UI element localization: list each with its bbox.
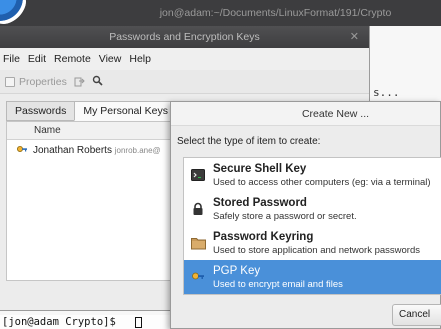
option-description: Safely store a password or secret.	[213, 211, 357, 222]
option-title: PGP Key	[213, 265, 261, 277]
tab-my-personal-keys[interactable]: My Personal Keys	[74, 101, 177, 121]
menubar: File Edit Remote View Help	[0, 48, 369, 70]
option-stored-password[interactable]: Stored Password Safely store a password …	[184, 192, 441, 226]
properties-button[interactable]: Properties	[5, 76, 67, 88]
tab-passwords[interactable]: Passwords	[6, 101, 76, 121]
create-new-dialog: Create New ... Select the type of item t…	[170, 101, 441, 329]
close-icon[interactable]: ✕	[350, 26, 359, 48]
menu-file[interactable]: File	[3, 53, 20, 65]
terminal-titlebar[interactable]: jon@adam:~/Documents/LinuxFormat/191/Cry…	[0, 0, 441, 26]
window-title: Passwords and Encryption Keys	[109, 31, 260, 43]
option-title: Password Keyring	[213, 231, 314, 243]
export-button[interactable]	[74, 76, 85, 87]
key-owner-email: jonrob.ane@	[114, 146, 161, 155]
terminal-icon	[191, 169, 205, 181]
option-password-keyring[interactable]: Password Keyring Used to store applicati…	[184, 226, 441, 260]
key-owner-name: Jonathan Roberts	[33, 145, 112, 156]
cancel-button[interactable]: Cancel	[392, 304, 441, 326]
option-pgp-key[interactable]: PGP Key Used to encrypt email and files	[184, 260, 441, 294]
terminal-output: s...	[373, 86, 400, 99]
menu-remote[interactable]: Remote	[54, 53, 91, 65]
option-description: Used to encrypt email and files	[213, 279, 343, 290]
properties-icon	[5, 76, 15, 87]
option-title: Stored Password	[213, 197, 307, 209]
lock-icon	[193, 202, 203, 215]
search-icon[interactable]	[92, 75, 103, 89]
dialog-title[interactable]: Create New ...	[171, 102, 440, 126]
option-description: Used to access other computers (eg: via …	[213, 177, 431, 188]
item-type-list: Secure Shell Key Used to access other co…	[183, 157, 441, 295]
option-title: Secure Shell Key	[213, 163, 307, 175]
export-icon	[74, 77, 85, 87]
properties-label: Properties	[19, 75, 67, 88]
option-secure-shell-key[interactable]: Secure Shell Key Used to access other co…	[184, 158, 441, 192]
option-description: Used to store application and network pa…	[213, 245, 421, 256]
terminal-cursor	[135, 317, 142, 328]
tab-bar: Passwords My Personal Keys	[6, 101, 177, 121]
key-icon	[17, 146, 27, 152]
toolbar: Properties	[0, 70, 369, 94]
dialog-prompt: Select the type of item to create:	[177, 136, 321, 147]
folder-icon	[191, 238, 206, 250]
passwords-keys-titlebar[interactable]: Passwords and Encryption Keys ✕	[0, 26, 369, 48]
menu-help[interactable]: Help	[129, 53, 151, 65]
menu-edit[interactable]: Edit	[28, 53, 46, 65]
terminal-prompt: [jon@adam Crypto]$	[2, 316, 116, 328]
menu-view[interactable]: View	[99, 53, 122, 65]
key-icon	[192, 272, 204, 280]
